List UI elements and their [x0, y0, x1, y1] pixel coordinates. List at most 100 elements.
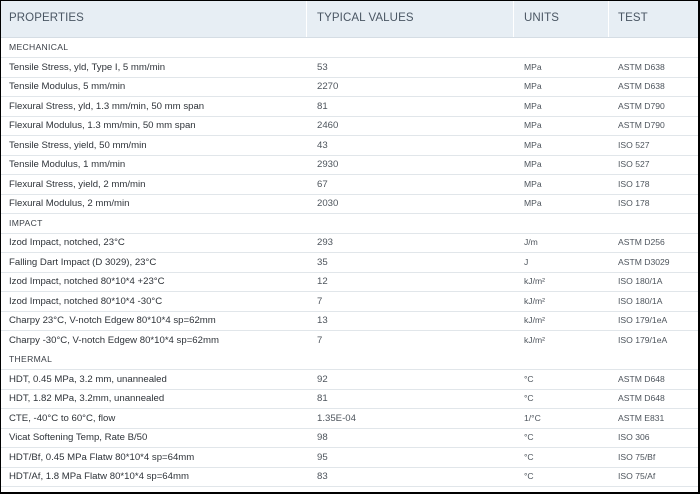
cell-unit: MPa — [524, 120, 542, 130]
cell-test-method: ASTM D790 — [618, 100, 665, 111]
cell-property: Tensile Modulus, 5 mm/min — [9, 81, 126, 92]
cell-property: Tensile Modulus, 1 mm/min — [9, 159, 126, 170]
table-row: Flexural Modulus, 2 mm/min 2030 MPa ISO 178 — [1, 194, 698, 214]
cell-typical-value: 2030 — [317, 198, 339, 209]
table-row: Charpy -30°C, V-notch Edgew 80*10*4 sp=6… — [1, 331, 698, 351]
table-row: CTE, -40°C to 60°C, flow 1.35E-04 1/°C ASTM… — [1, 409, 698, 429]
cell-typical-value: 2270 — [317, 81, 339, 92]
cell-property: Charpy -30°C, V-notch Edgew 80*10*4 sp=6… — [9, 334, 219, 346]
cell-test-method: ISO 180/1A — [618, 295, 663, 306]
cell-property: CTE, -40°C to 60°C, flow — [9, 412, 116, 424]
cell-typical-value: 2460 — [317, 120, 339, 131]
table-row: Tensile Modulus, 1 mm/min 2930 MPa ISO 527 — [1, 155, 698, 175]
cell-property: Izod Impact, notched 80*10*4 -30°C — [9, 295, 163, 307]
cell-test-method: ISO 179/1eA — [618, 334, 668, 345]
cell-property: Flexural Modulus, 2 mm/min — [9, 198, 130, 209]
cell-property: Falling Dart Impact (D 3029), 23°C — [9, 256, 157, 268]
cell-typical-value: 95 — [317, 451, 328, 463]
cell-test-method: ASTM D3029 — [618, 256, 670, 267]
cell-typical-value: 7 — [317, 295, 323, 307]
cell-property: Charpy 23°C, V-notch Edgew 80*10*4 sp=62… — [9, 315, 216, 326]
cell-property: HDT/Af, 1.8 MPa Flatw 80*10*4 sp=64mm — [9, 471, 189, 482]
cell-typical-value: 92 — [317, 373, 328, 385]
cell-unit: kJ/m² — [524, 334, 546, 345]
cell-typical-value: 1.35E-04 — [317, 412, 356, 424]
cell-unit: 1/°C — [524, 412, 541, 423]
table-row: HDT, 1.82 MPa, 3.2mm, unannealed 81 °C ASTM… — [1, 389, 698, 409]
cell-unit: MPa — [524, 81, 542, 91]
cell-test-method: ISO 179/1eA — [618, 315, 668, 325]
screenshot-frame: PROPERTIES TYPICAL VALUES UNITS TEST MET… — [0, 0, 700, 494]
cell-unit: °C — [524, 373, 534, 384]
cell-unit: kJ/m² — [524, 315, 546, 325]
cell-unit: MPa — [524, 139, 542, 150]
cell-unit: J/m — [524, 237, 538, 247]
header-properties: PROPERTIES — [9, 12, 84, 24]
cell-test-method: ISO 75/Bf — [618, 451, 656, 462]
cell-test-method: ASTM D648 — [618, 393, 665, 403]
cell-typical-value: 53 — [317, 61, 328, 73]
cell-typical-value: 2930 — [317, 159, 339, 170]
table-row: Tensile Stress, yld, Type I, 5 mm/min 53 M… — [1, 58, 698, 78]
header-units: UNITS — [524, 12, 559, 24]
cell-unit: MPa — [524, 178, 542, 189]
cell-property: Flexural Stress, yld, 1.3 mm/min, 50 mm … — [9, 100, 205, 112]
cell-property: HDT, 0.45 MPa, 3.2 mm, unannealed — [9, 373, 167, 385]
cell-test-method: ISO 178 — [618, 198, 650, 208]
cell-typical-value: 293 — [317, 237, 334, 248]
cell-test-method: ISO 178 — [618, 178, 650, 189]
cell-test-method: ISO 527 — [618, 139, 650, 150]
cell-test-method: ISO 180/1A — [618, 276, 663, 286]
table-row: HDT/Bf, 0.45 MPa Flatw 80*10*4 sp=64mm 95… — [1, 448, 698, 468]
cell-unit: MPa — [524, 61, 542, 72]
header-test-methods: TEST METHODS — [618, 12, 676, 58]
cell-property: HDT, 1.82 MPa, 3.2mm, unannealed — [9, 393, 165, 404]
table-row: Tensile Modulus, 5 mm/min 2270 MPa ASTM D63… — [1, 77, 698, 97]
table-row: Izod Impact, notched 80*10*4 +23°C 12 kJ/m… — [1, 272, 698, 292]
table-row: Falling Dart Impact (D 3029), 23°C 35 J AST… — [1, 253, 698, 273]
table-row: HDT/Af, 1.8 MPa Flatw 80*10*4 sp=64mm 83 °… — [1, 467, 698, 487]
table-row: Vicat Softening Temp, Rate B/50 98 °C ISO 3… — [1, 428, 698, 448]
table-row: Izod Impact, notched 80*10*4 -30°C 7 kJ/m²… — [1, 292, 698, 312]
cell-test-method: ASTM E831 — [618, 412, 665, 423]
cell-property: Izod Impact, notched 80*10*4 +23°C — [9, 276, 165, 287]
section-row-mechanical: MECHANICAL — [1, 38, 698, 58]
cell-typical-value: 81 — [317, 100, 328, 112]
cell-typical-value: 98 — [317, 432, 328, 443]
cell-test-method: ASTM D256 — [618, 237, 665, 247]
section-label: IMPACT — [9, 217, 43, 228]
cell-unit: °C — [524, 393, 534, 403]
cell-typical-value: 67 — [317, 178, 328, 190]
cell-unit: °C — [524, 451, 534, 462]
header-divider — [306, 1, 307, 37]
cell-typical-value: 13 — [317, 315, 328, 326]
cell-typical-value: 35 — [317, 256, 328, 268]
cell-test-method: ASTM D790 — [618, 120, 665, 130]
section-row-thermal: THERMAL — [1, 350, 698, 370]
cell-property: Flexural Stress, yield, 2 mm/min — [9, 178, 146, 190]
table-row: Tensile Stress, yield, 50 mm/min 43 MPa ISO… — [1, 136, 698, 156]
cell-unit: kJ/m² — [524, 276, 546, 286]
header-typical-values: TYPICAL VALUES — [317, 12, 414, 24]
table-row: Charpy 23°C, V-notch Edgew 80*10*4 sp=62… — [1, 311, 698, 331]
table-row: Izod Impact, notched, 23°C 293 J/m ASTM D25… — [1, 233, 698, 253]
table-row: Flexural Stress, yld, 1.3 mm/min, 50 mm … — [1, 97, 698, 117]
table-header: PROPERTIES TYPICAL VALUES UNITS TEST MET… — [1, 1, 698, 58]
cell-unit: MPa — [524, 159, 542, 169]
cell-unit: J — [524, 256, 529, 267]
cell-test-method: ISO 306 — [618, 432, 650, 442]
cell-test-method: ASTM D648 — [618, 373, 665, 384]
section-label: MECHANICAL — [9, 42, 69, 52]
cell-property: Tensile Stress, yld, Type I, 5 mm/min — [9, 61, 166, 73]
section-row-impact: IMPACT — [1, 213, 698, 234]
cell-property: Flexural Modulus, 1.3 mm/min, 50 mm span — [9, 120, 196, 131]
cell-unit: °C — [524, 432, 534, 442]
cell-unit: °C — [524, 471, 534, 481]
cell-unit: MPa — [524, 198, 542, 208]
cell-typical-value: 12 — [317, 276, 328, 287]
cell-test-method: ASTM D638 — [618, 61, 665, 72]
cell-test-method: ISO 527 — [618, 159, 650, 169]
cell-unit: MPa — [524, 100, 542, 111]
cell-unit: kJ/m² — [524, 295, 546, 306]
table-row: Flexural Modulus, 1.3 mm/min, 50 mm span… — [1, 116, 698, 136]
